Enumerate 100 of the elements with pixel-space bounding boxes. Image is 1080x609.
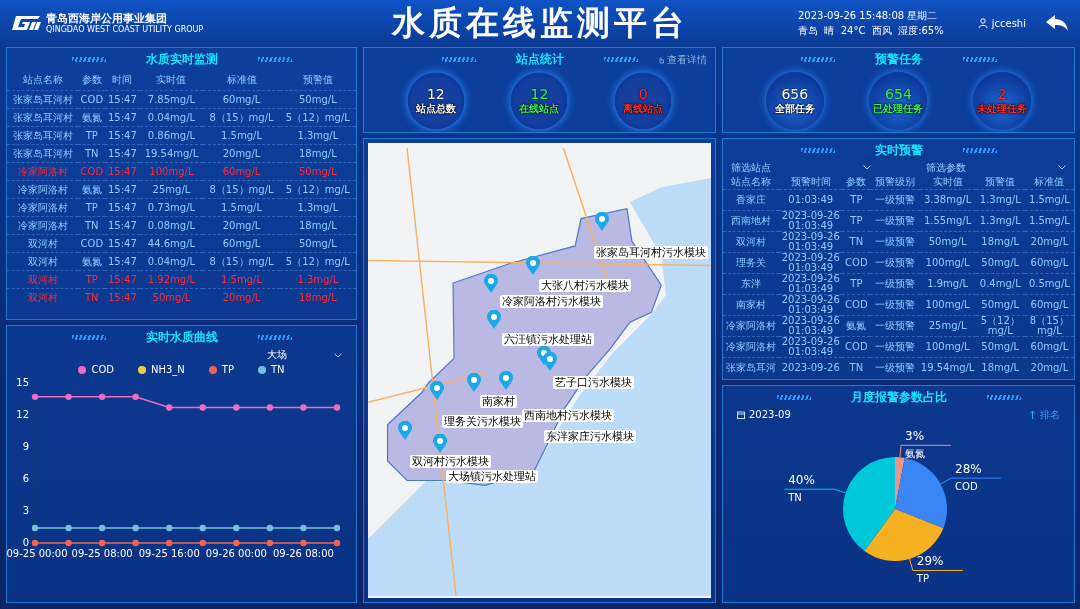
table-cell: 1.5mg/L xyxy=(203,198,280,217)
back-arrow-icon[interactable] xyxy=(1046,15,1068,31)
slice-label: COD xyxy=(955,481,978,493)
month-label[interactable]: 2023-09 xyxy=(749,409,791,420)
table-cell: 01:03:49 xyxy=(779,189,843,211)
map-pin-icon[interactable] xyxy=(595,212,609,231)
table-cell: 60mg/L xyxy=(203,234,280,253)
table-cell: 3.38mg/L xyxy=(919,189,976,211)
table-cell: TP xyxy=(78,126,106,145)
x-tick-label: 09-25 08:00 xyxy=(71,548,133,559)
leader-line xyxy=(783,488,847,494)
table-cell: 0.5mg/L xyxy=(1024,273,1074,295)
table-cell: TP xyxy=(78,198,106,217)
map-pin-icon[interactable] xyxy=(526,256,540,275)
table-cell: 15:47 xyxy=(105,216,140,235)
datetime: 2023-09-26 15:48:08 星期二 xyxy=(798,9,939,23)
table-cell: 50mg/L xyxy=(975,336,1025,358)
legend-dot xyxy=(78,365,87,374)
table-cell: 冷家阿洛村 xyxy=(7,180,79,199)
x-tick-label: 09-26 08:00 xyxy=(272,548,334,559)
table-cell: 张家岛耳河村 xyxy=(7,144,79,163)
table-cell: 60mg/L xyxy=(203,90,280,109)
x-tick-label: 09-26 00:00 xyxy=(205,548,267,559)
y-tick-label: 12 xyxy=(16,409,29,420)
table-cell: 1.3mg/L xyxy=(975,189,1025,211)
logo-text: 青岛西海岸公用事业集团 xyxy=(46,11,168,25)
table-cell: 15:47 xyxy=(105,288,140,306)
stat-value: 656 xyxy=(781,86,809,102)
column-header: 预警值 xyxy=(279,70,356,91)
view-details-link[interactable]: 查看详情 xyxy=(657,53,707,67)
map-marker-label: 大场镇污水处理站 xyxy=(446,470,538,483)
table-cell: 20mg/L xyxy=(1024,231,1074,253)
table-cell: 氨氮 xyxy=(842,315,871,337)
table-cell: 19.54mg/L xyxy=(919,357,976,378)
stat-value: 0 xyxy=(638,86,648,102)
column-header: 实时值 xyxy=(139,70,204,91)
table-cell: 一级预警 xyxy=(870,210,920,232)
map-pin-icon[interactable] xyxy=(487,310,501,329)
table-cell: 60mg/L xyxy=(1024,294,1074,316)
table-cell: 2023-09-26 01:03:49 xyxy=(779,315,843,337)
table-cell: 冷家阿洛村 xyxy=(7,198,79,217)
point xyxy=(98,539,106,547)
column-header: 时间 xyxy=(105,70,140,91)
table-cell: 15:47 xyxy=(105,126,140,145)
y-tick-label: 9 xyxy=(22,441,29,452)
map-marker-label: 六汪镇污水处理站 xyxy=(502,333,594,346)
point xyxy=(132,524,139,532)
table-cell: 15:47 xyxy=(105,144,140,163)
map-pin-icon[interactable] xyxy=(484,274,498,293)
table-cell: 香家庄 xyxy=(723,189,780,211)
table-cell: 5（12）mg/L xyxy=(279,180,356,199)
table-cell: 8（15）mg/L xyxy=(1024,315,1074,337)
column-header: 参数 xyxy=(842,174,871,190)
user-name[interactable]: jcceshi xyxy=(991,17,1026,29)
map-pin-icon[interactable] xyxy=(430,381,444,400)
map-pin-icon[interactable] xyxy=(398,421,412,440)
table-cell: 冷家阿洛村 xyxy=(7,162,79,181)
table-cell: 15:47 xyxy=(105,180,140,199)
table-cell: COD xyxy=(78,162,106,181)
y-tick-label: 3 xyxy=(22,505,29,516)
table-cell: 44.6mg/L xyxy=(139,234,204,253)
table-cell: 25mg/L xyxy=(919,315,976,337)
map-marker-label: 南家村 xyxy=(480,395,517,408)
slice-percent: 40% xyxy=(788,473,815,488)
filter-dropdown[interactable]: 筛选参数 xyxy=(926,161,1066,174)
table-cell: 18mg/L xyxy=(279,288,356,306)
table-cell: 1.9mg/L xyxy=(919,273,976,295)
table-cell: 50mg/L xyxy=(139,288,204,306)
station-dropdown[interactable]: 大场 xyxy=(267,348,342,362)
column-header: 站点名称 xyxy=(723,174,780,190)
filter-dropdown[interactable]: 筛选站点 xyxy=(731,161,871,174)
stat-label: 离线站点 xyxy=(623,102,664,116)
map-marker-label: 西南地村污水模块 xyxy=(522,409,614,422)
hand-pointer-icon xyxy=(657,56,665,64)
point xyxy=(199,539,206,547)
table-cell: 18mg/L xyxy=(975,231,1025,253)
stat-value: 12 xyxy=(530,86,549,102)
map-pin-icon[interactable] xyxy=(543,352,557,371)
point xyxy=(199,524,206,532)
map-pin-icon[interactable] xyxy=(433,434,447,453)
legend-dot xyxy=(138,365,146,374)
table-cell: 1.5mg/L xyxy=(1024,189,1074,211)
stat-label: 站点总数 xyxy=(415,102,456,116)
table-cell: 18mg/L xyxy=(279,144,356,163)
slice-label: 氨氮 xyxy=(905,448,925,460)
table-cell: 15:47 xyxy=(105,90,140,109)
table-cell: COD xyxy=(78,90,106,109)
table-cell: 1.5mg/L xyxy=(203,270,280,289)
legend-dot xyxy=(208,365,217,374)
stat-value: 12 xyxy=(426,86,445,102)
column-header: 预警级别 xyxy=(870,174,920,190)
table-cell: 2023-09-26 01:03:49 xyxy=(779,252,843,274)
map-pin-icon[interactable] xyxy=(499,371,513,390)
table-cell: 5（12）mg/L xyxy=(279,108,356,127)
table-cell: 50mg/L xyxy=(279,90,356,109)
map-marker-label: 张家岛耳河村污水模块 xyxy=(594,246,708,259)
stripe-decoration xyxy=(71,334,106,340)
map-pin-icon[interactable] xyxy=(467,373,481,392)
table-cell: 0.04mg/L xyxy=(139,252,204,271)
rank-button[interactable]: 排名 xyxy=(1029,408,1060,421)
